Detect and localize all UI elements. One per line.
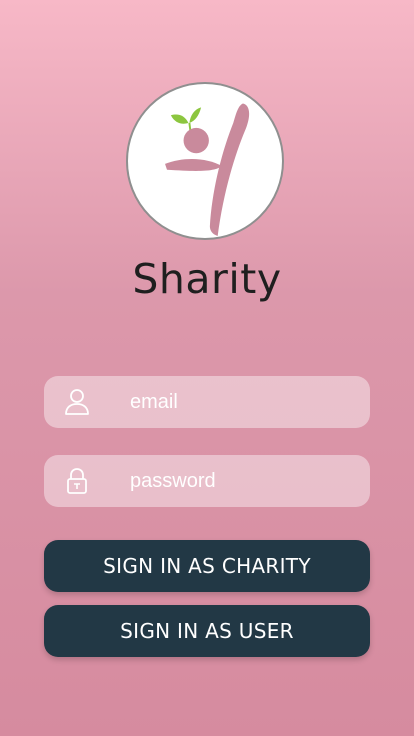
sign-in-user-button[interactable]: SIGN IN AS USER — [44, 605, 370, 657]
sharity-logo — [126, 82, 284, 240]
lock-icon — [64, 467, 90, 495]
login-screen: Sharity SIGN IN AS CHARITY SIGN IN AS US… — [0, 0, 414, 736]
user-icon — [64, 388, 90, 416]
sharity-logo-icon — [165, 103, 250, 237]
password-input[interactable] — [130, 455, 350, 507]
sign-in-charity-button[interactable]: SIGN IN AS CHARITY — [44, 540, 370, 592]
app-title: Sharity — [132, 255, 282, 303]
email-field[interactable] — [44, 376, 370, 428]
password-field[interactable] — [44, 455, 370, 507]
email-input[interactable] — [130, 376, 350, 428]
